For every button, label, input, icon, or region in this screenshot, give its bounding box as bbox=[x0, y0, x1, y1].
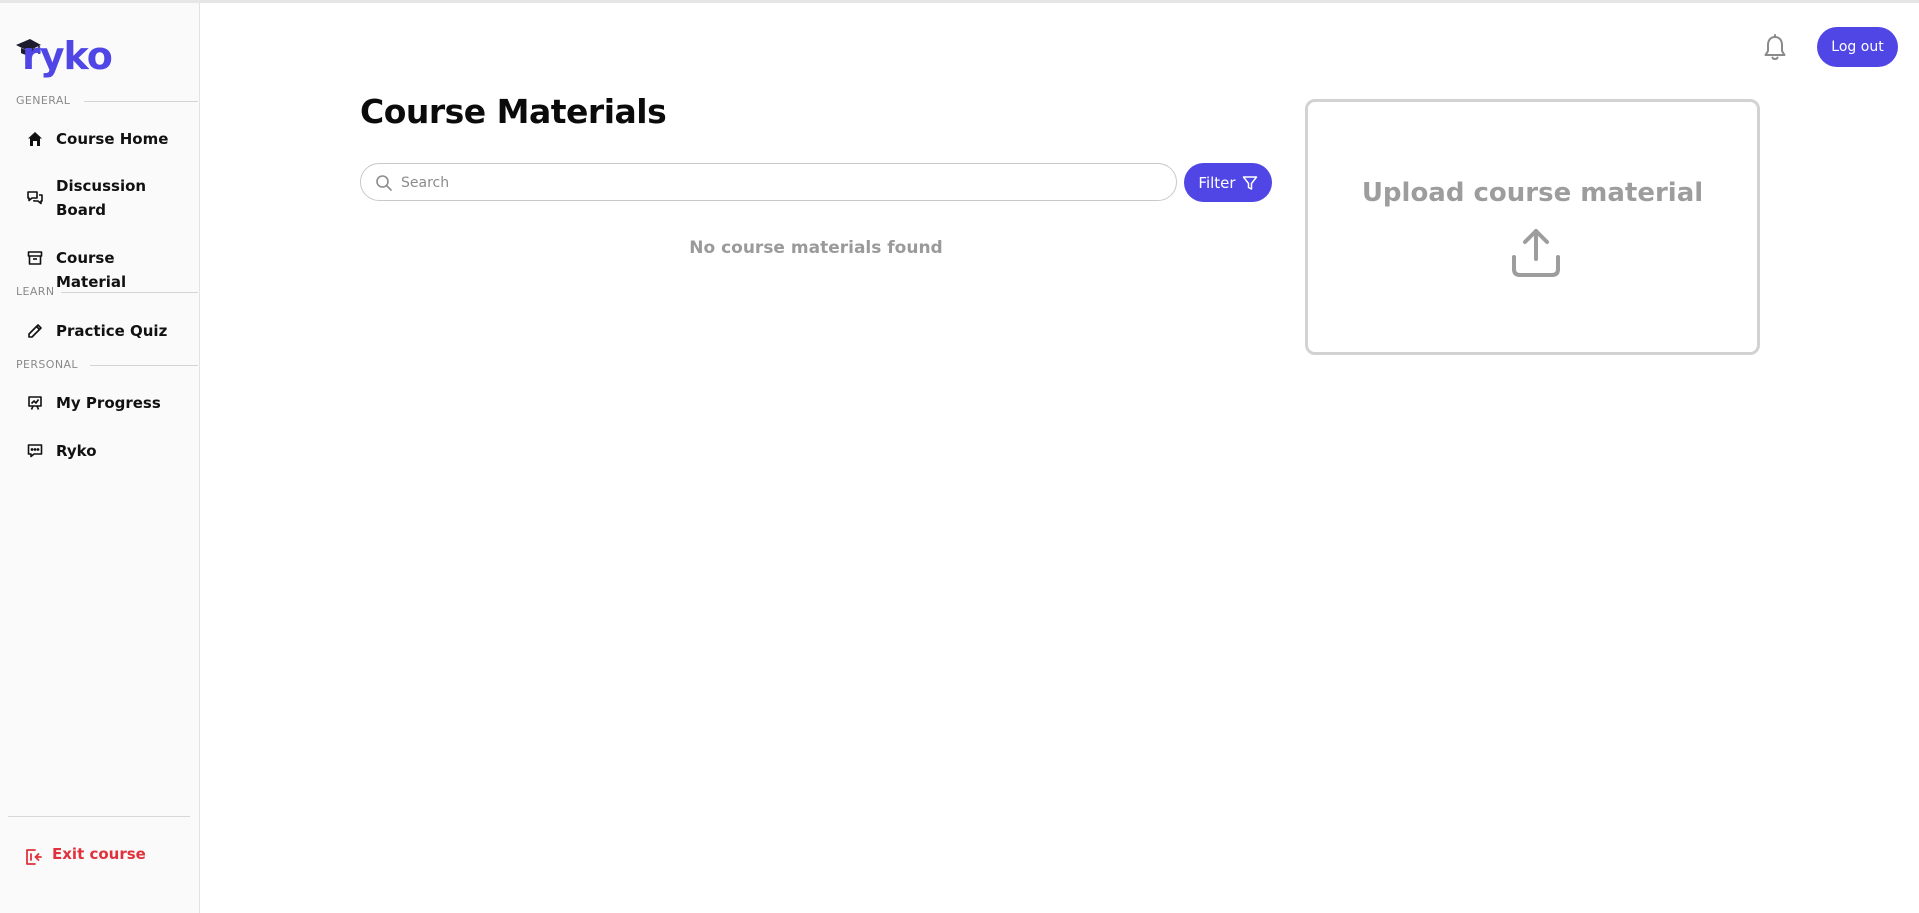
section-label-general: GENERAL bbox=[16, 94, 198, 107]
chat-dots-icon bbox=[26, 442, 44, 460]
search-bar bbox=[360, 163, 1177, 201]
search-icon bbox=[375, 174, 393, 192]
sidebar-item-course-home[interactable]: Course Home bbox=[14, 126, 186, 154]
search-input[interactable] bbox=[401, 170, 1161, 196]
sidebar-item-course-material[interactable]: Course Material bbox=[14, 245, 186, 291]
sidebar-item-label: Course Home bbox=[56, 130, 169, 148]
upload-icon bbox=[1512, 229, 1560, 277]
section-label-learn: LEARN bbox=[16, 285, 198, 298]
section-label-personal: PERSONAL bbox=[16, 358, 198, 371]
exit-icon bbox=[24, 848, 44, 868]
sidebar-item-my-progress[interactable]: My Progress bbox=[14, 390, 186, 418]
exit-course-label: Exit course bbox=[52, 845, 146, 863]
archive-box-icon bbox=[26, 249, 44, 267]
sidebar-divider bbox=[8, 816, 190, 817]
upload-label: Upload course material bbox=[1361, 178, 1704, 208]
upload-course-material-card[interactable]: Upload course material bbox=[1305, 99, 1760, 355]
empty-state-message: No course materials found bbox=[689, 238, 943, 258]
exit-course-button[interactable]: Exit course bbox=[14, 843, 186, 871]
logo-text: ryko bbox=[22, 34, 113, 78]
presentation-chart-icon bbox=[26, 394, 44, 412]
pencil-icon bbox=[26, 322, 44, 340]
bell-icon[interactable] bbox=[1762, 34, 1788, 62]
page-title: Course Materials bbox=[360, 92, 667, 131]
home-icon bbox=[26, 130, 44, 148]
sidebar-item-discussion-board[interactable]: Discussion Board bbox=[14, 173, 186, 225]
filter-button[interactable]: Filter bbox=[1184, 163, 1272, 202]
sidebar-item-label: Ryko bbox=[56, 442, 97, 460]
logout-button[interactable]: Log out bbox=[1817, 27, 1898, 67]
top-border bbox=[0, 0, 1919, 3]
ryko-logo[interactable]: ryko bbox=[14, 31, 124, 81]
sidebar-item-ryko[interactable]: Ryko bbox=[14, 438, 186, 466]
sidebar-item-label: Discussion bbox=[56, 177, 147, 195]
sidebar: ryko GENERAL Course Home Discussion Boar… bbox=[0, 3, 200, 913]
sidebar-item-label: Course Material bbox=[56, 249, 127, 291]
sidebar-item-label: Practice Quiz bbox=[56, 322, 168, 340]
funnel-icon bbox=[1242, 175, 1257, 190]
sidebar-item-practice-quiz[interactable]: Practice Quiz bbox=[14, 318, 186, 346]
filter-label: Filter bbox=[1198, 173, 1236, 192]
sidebar-item-label: My Progress bbox=[56, 394, 161, 412]
chat-bubbles-icon bbox=[26, 189, 44, 207]
sidebar-item-label: Board bbox=[56, 201, 106, 219]
